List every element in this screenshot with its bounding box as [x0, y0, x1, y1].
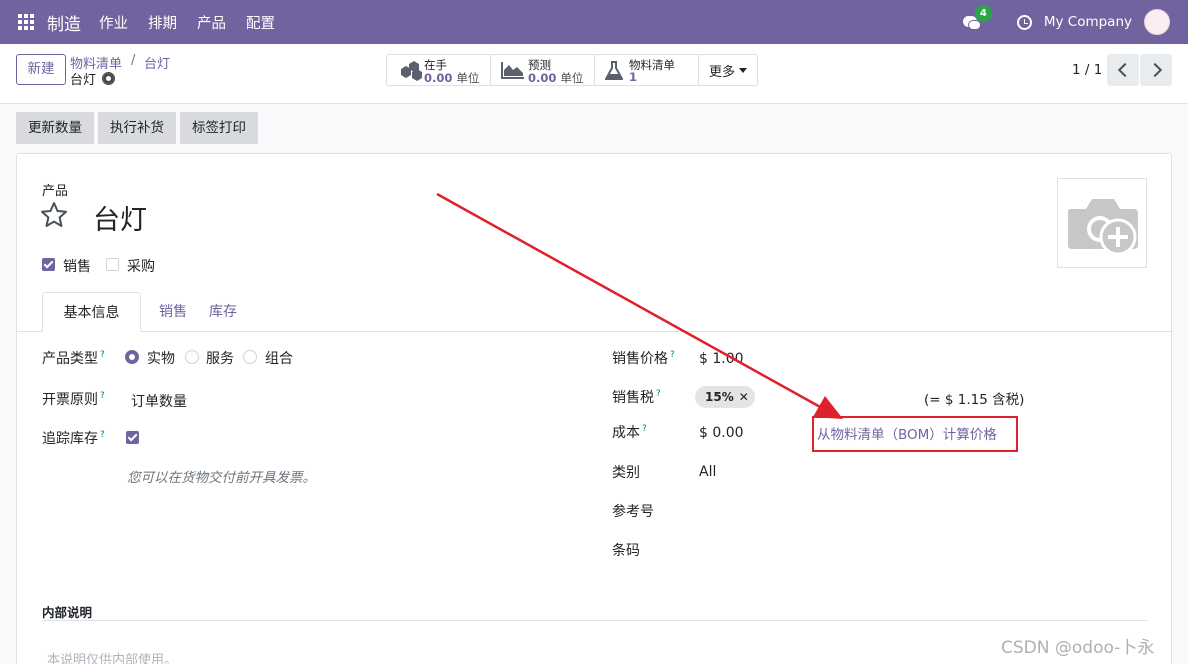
smart-buttons: 在手 0.00 单位 预测 0.00 单位 物料清单 1 更多 — [386, 54, 759, 86]
breadcrumb-separator: / — [131, 53, 136, 68]
remove-tag-icon[interactable]: ✕ — [739, 390, 749, 404]
tab-inventory[interactable]: 库存 — [205, 292, 241, 332]
menu-item-configuration[interactable]: 配置 — [246, 12, 275, 33]
menu-item-operations[interactable]: 作业 — [99, 12, 128, 33]
invoice-hint: 您可以在货物交付前开具发票。 — [127, 470, 316, 486]
tab-sales[interactable]: 销售 — [141, 292, 205, 332]
pager-value[interactable]: 1 / 1 — [1072, 62, 1102, 78]
sales-price-value[interactable]: $ 1.00 — [699, 351, 744, 367]
type-service-label: 服务 — [206, 351, 234, 367]
pager-previous-button[interactable] — [1107, 54, 1139, 86]
can-be-sold-label: 销售 — [63, 259, 91, 275]
sales-tax-label: 销售税? — [612, 389, 661, 406]
chat-icon[interactable]: 4 — [962, 5, 992, 30]
record-title: 台灯 — [70, 73, 97, 88]
notes-divider — [42, 620, 1148, 621]
sales-price-label: 销售价格? — [612, 350, 675, 367]
product-type-label: 产品类型? — [42, 350, 105, 367]
flask-icon — [605, 61, 623, 80]
product-section-label: 产品 — [42, 184, 69, 199]
caret-down-icon — [739, 67, 748, 73]
product-name[interactable]: 台灯 — [93, 198, 147, 237]
highlight-box — [812, 416, 1018, 452]
tab-general-info[interactable]: 基本信息 — [42, 292, 141, 332]
barcode-label: 条码 — [612, 543, 640, 559]
record-name: 台灯 — [70, 69, 115, 88]
gear-icon[interactable] — [103, 73, 115, 84]
update-quantity-button[interactable]: 更新数量 — [16, 112, 94, 144]
apps-menu-icon[interactable] — [18, 14, 34, 30]
type-goods-label: 实物 — [147, 351, 175, 367]
top-navbar: 制造 作业 排期 产品 配置 4 My Company — [0, 0, 1188, 44]
pager-next-button[interactable] — [1140, 54, 1172, 86]
menu-item-products[interactable]: 产品 — [197, 12, 226, 33]
app-name[interactable]: 制造 — [47, 10, 81, 35]
category-label: 类别 — [612, 465, 640, 481]
menu-item-planning[interactable]: 排期 — [148, 12, 177, 33]
forecast-button[interactable]: 预测 0.00 单位 — [491, 55, 595, 85]
category-value[interactable]: All — [699, 464, 716, 480]
type-service-radio[interactable] — [185, 350, 199, 364]
on-hand-value: 0.00 单位 — [424, 71, 480, 85]
user-avatar[interactable] — [1144, 9, 1170, 35]
on-hand-button[interactable]: 在手 0.00 单位 — [387, 55, 491, 85]
can-be-purchased-checkbox[interactable] — [106, 258, 119, 271]
chat-badge: 4 — [974, 5, 992, 22]
activity-clock-icon[interactable] — [1016, 14, 1032, 30]
internal-reference-label: 参考号 — [612, 504, 654, 520]
cost-label: 成本? — [612, 424, 647, 441]
more-label: 更多 — [709, 64, 736, 80]
forecast-value: 0.00 单位 — [528, 71, 584, 85]
invoice-policy-value[interactable]: 订单数量 — [131, 391, 187, 411]
new-button[interactable]: 新建 — [16, 54, 66, 85]
cost-value[interactable]: $ 0.00 — [699, 425, 744, 441]
type-goods-radio[interactable] — [125, 350, 139, 364]
company-switcher[interactable]: My Company — [1044, 14, 1132, 30]
form-sheet: 产品 台灯 销售 采购 基本信息 销售 库存 产品类型? 实物 服务 组合 开票… — [16, 153, 1173, 664]
internal-notes-input[interactable]: 本说明仅供内部使用。 — [47, 649, 177, 664]
add-photo-icon — [1068, 199, 1138, 256]
internal-notes-title: 内部说明 — [42, 605, 93, 620]
breadcrumb-current[interactable]: 台灯 — [144, 53, 170, 72]
invoice-policy-label: 开票原则? — [42, 391, 105, 408]
star-icon[interactable] — [39, 200, 69, 230]
main-menu: 作业 排期 产品 配置 — [99, 12, 295, 33]
area-chart-icon — [501, 62, 524, 79]
type-combo-radio[interactable] — [243, 350, 257, 364]
tax-tag[interactable]: 15% ✕ — [695, 386, 755, 408]
can-be-purchased-label: 采购 — [127, 259, 155, 275]
product-image[interactable] — [1057, 178, 1147, 268]
tax-included-price: (= $ 1.15 含税) — [924, 392, 1025, 408]
type-combo-label: 组合 — [265, 351, 293, 367]
control-panel: 新建 物料清单 / 台灯 台灯 在手 0.00 单位 预测 0.00 单位 物料… — [0, 44, 1188, 104]
more-dropdown[interactable]: 更多 — [699, 55, 757, 85]
replenish-button[interactable]: 执行补货 — [98, 112, 176, 144]
print-labels-button[interactable]: 标签打印 — [180, 112, 258, 144]
bom-button[interactable]: 物料清单 1 — [595, 55, 699, 85]
navbar-right: 4 My Company — [962, 0, 1170, 44]
bom-count: 1 — [629, 70, 638, 84]
track-inventory-checkbox[interactable] — [126, 431, 139, 444]
track-inventory-label: 追踪库存? — [42, 430, 105, 447]
can-be-sold-checkbox[interactable] — [42, 258, 55, 271]
watermark-text: CSDN @odoo-卜永 — [1001, 638, 1155, 658]
cubes-icon — [401, 61, 422, 81]
